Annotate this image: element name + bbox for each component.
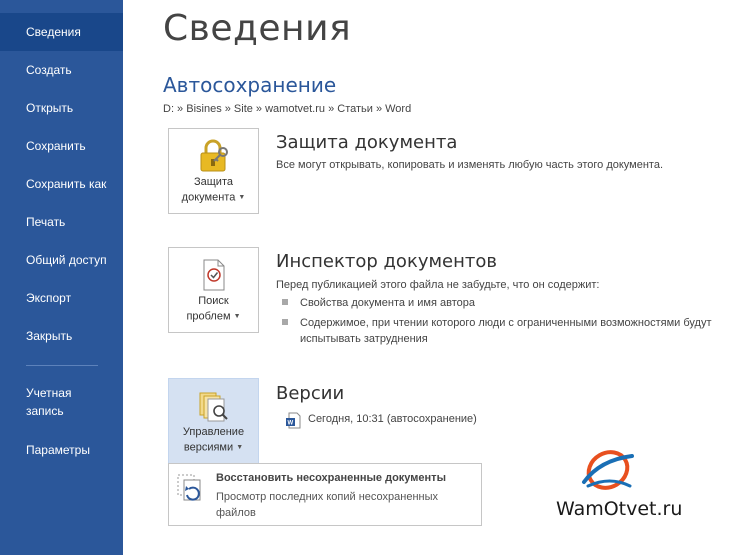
version-entry-label: Сегодня, 10:31 (автосохранение) [308,413,477,425]
protect-section-title: Защита документа [276,132,458,153]
inspect-bullet-item: Содержимое, при чтении которого люди с о… [300,317,712,345]
nav-item-share[interactable]: Общий доступ [0,241,123,279]
document-inspect-icon [203,259,225,291]
versions-search-icon [199,392,228,422]
nav-item-options[interactable]: Параметры [0,431,123,469]
check-for-issues-label: Поиск проблем ▼ [186,295,241,323]
chevron-down-icon: ▼ [238,194,246,201]
inspect-bullet-item: Свойства документа и имя автора [300,297,475,309]
chevron-down-icon: ▼ [236,444,244,451]
nav-item-label: Открыть [26,101,74,115]
document-path-breadcrumb[interactable]: D: » Bisines » Site » wamotvet.ru » Стат… [163,103,411,115]
recover-unsaved-description: Просмотр последних копий несохраненных ф… [216,491,439,519]
check-for-issues-button[interactable]: Поиск проблем ▼ [168,247,259,333]
chevron-down-icon: ▼ [233,313,241,320]
nav-item-label: Сведения [26,25,81,39]
nav-item-export[interactable]: Экспорт [0,279,123,317]
nav-item-close[interactable]: Закрыть [0,317,123,355]
nav-item-label: Параметры [26,443,90,457]
nav-item-account[interactable]: Учетная запись [0,380,100,424]
watermark-text: WamOtvet.ru [556,498,683,520]
protect-document-label: Защита документа ▼ [181,176,246,204]
nav-item-open[interactable]: Открыть [0,89,123,127]
inspect-section-description: Перед публикацией этого файла не забудьт… [276,279,600,291]
nav-item-save-as[interactable]: Сохранить как [0,165,123,203]
nav-item-save[interactable]: Сохранить [0,127,123,165]
lock-key-icon [200,139,228,172]
nav-item-label: Закрыть [26,329,73,343]
recover-unsaved-documents-menu-item[interactable]: Восстановить несохраненные документы Про… [168,463,482,526]
nav-item-print[interactable]: Печать [0,203,123,241]
bullet-marker [282,299,288,305]
protect-section-description: Все могут открывать, копировать и изменя… [276,159,664,171]
manage-versions-label: Управление версиями ▼ [182,426,245,454]
document-name: Автосохранение [163,73,337,97]
page-title: Сведения [163,8,352,49]
word-document-icon: W [286,412,301,429]
bullet-marker [282,319,288,325]
backstage-sidebar: Сведения Создать Открыть Сохранить Сохра… [0,0,123,555]
nav-item-label: Общий доступ [26,253,107,267]
nav-item-label: Учетная запись [26,386,72,418]
wamotvet-logo-icon [582,450,634,490]
nav-separator [26,365,98,366]
nav-item-label: Создать [26,63,72,77]
svg-text:W: W [288,421,294,427]
nav-item-label: Печать [26,215,66,229]
nav-item-label: Экспорт [26,291,72,305]
recover-unsaved-title: Восстановить несохраненные документы [216,472,446,484]
nav-item-label: Сохранить [26,139,86,153]
versions-section-title: Версии [276,383,345,404]
nav-item-label: Сохранить как [26,177,107,191]
protect-document-button[interactable]: Защита документа ▼ [168,128,259,214]
nav-item-new[interactable]: Создать [0,51,123,89]
nav-item-info[interactable]: Сведения [0,13,123,51]
inspect-section-title: Инспектор документов [276,251,498,272]
recover-document-icon [177,474,201,501]
manage-versions-button[interactable]: Управление версиями ▼ [168,378,259,464]
